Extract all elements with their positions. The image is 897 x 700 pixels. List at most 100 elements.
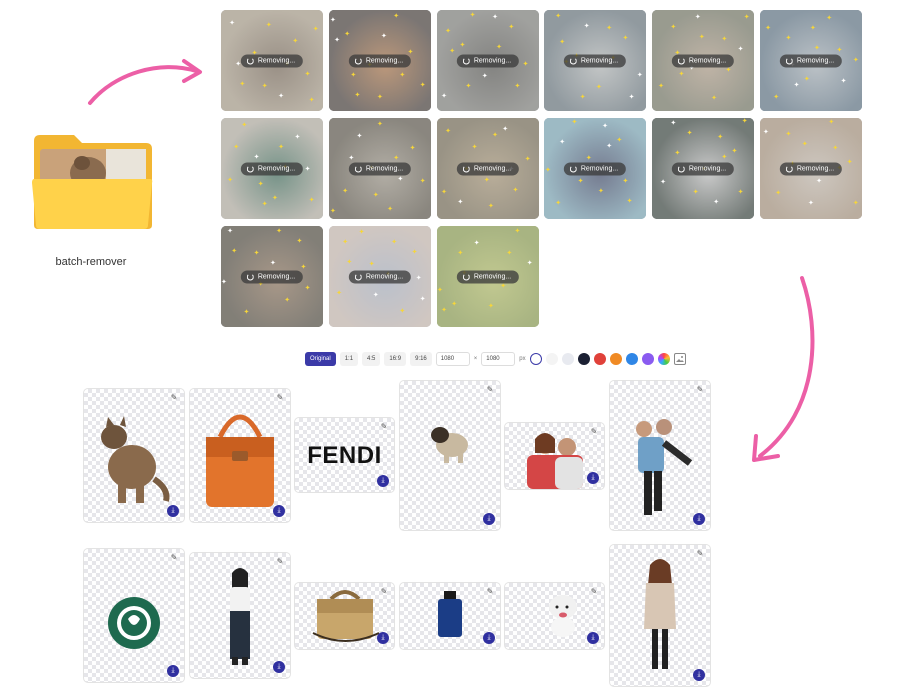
sparkle-icon: ✦ [606,25,613,33]
download-icon[interactable]: ⤓ [693,669,705,681]
download-icon[interactable]: ⤓ [377,475,389,487]
sparkle-icon: ✦ [660,178,667,186]
fendi-logo-text: FENDI [307,442,382,469]
result-card-fendi[interactable]: FENDI ✎ ⤓ [294,417,395,493]
result-card-puppy[interactable]: ✎ ⤓ [504,582,605,650]
edit-icon[interactable]: ✎ [379,587,389,597]
edit-icon[interactable]: ✎ [589,587,599,597]
removing-status: Removing... [456,162,520,175]
ratio-4-5-button[interactable]: 4:5 [362,352,381,366]
result-card-perfume[interactable]: ✎ ⤓ [399,582,501,650]
download-icon[interactable]: ⤓ [483,513,495,525]
sparkle-icon: ✦ [465,82,472,90]
swatch-light[interactable] [561,353,574,365]
download-icon[interactable]: ⤓ [483,632,495,644]
edit-icon[interactable]: ✎ [275,557,285,567]
edit-icon[interactable]: ✎ [695,385,705,395]
result-card-girl[interactable]: ✎ ⤓ [609,544,711,687]
result-card-hug[interactable]: ✎ ⤓ [609,380,711,531]
spinner-icon [246,165,254,172]
sparkle-icon: ✦ [836,47,843,55]
sparkle-icon: ✦ [694,14,701,22]
ratio-1-1-button[interactable]: 1:1 [339,352,359,366]
edit-icon[interactable]: ✎ [169,393,179,403]
sparkle-icon: ✦ [346,259,353,267]
sparkle-icon: ✦ [387,205,393,213]
edit-icon[interactable]: ✎ [485,385,495,395]
sparkle-icon: ✦ [622,177,629,185]
ratio-9-16-button[interactable]: 9:16 [410,352,432,366]
result-card-bag[interactable]: ✎ ⤓ [189,388,291,523]
removing-label: Removing... [365,57,404,64]
sparkle-icon: ✦ [284,296,291,304]
sparkle-icon: ✦ [342,239,349,247]
edit-icon[interactable]: ✎ [695,549,705,559]
sparkle-icon: ✦ [372,291,379,299]
cutout-image [610,381,710,530]
sparkle-icon: ✦ [419,295,426,303]
swatch-blue[interactable] [625,353,638,365]
sparkle-icon: ✦ [457,250,464,258]
swatch-white[interactable] [545,353,558,365]
swatch-custom-color[interactable] [657,353,670,365]
download-icon[interactable]: ⤓ [273,505,285,517]
height-input[interactable]: 1080 [481,352,516,366]
swatch-navy[interactable] [577,353,590,365]
download-icon[interactable]: ⤓ [693,513,705,525]
removing-label: Removing... [796,57,835,64]
folder-icon[interactable] [30,133,154,231]
sparkle-icon: ✦ [261,200,268,208]
edit-icon[interactable]: ✎ [485,587,495,597]
processing-tile: ✦✦✦✦✦✦✦✦✦✦✦✦Removing... [652,118,754,219]
sparkle-icon: ✦ [602,123,608,131]
arrow-to-results [752,276,815,462]
sparkle-icon: ✦ [419,177,426,185]
sparkle-icon: ✦ [502,126,509,134]
ratio-original-button[interactable]: Original [305,352,336,366]
sparkle-icon: ✦ [312,26,319,34]
sparkle-icon: ✦ [711,94,718,102]
download-icon[interactable]: ⤓ [377,632,389,644]
ratio-16-9-button[interactable]: 16:9 [384,352,407,366]
removing-status: Removing... [563,162,627,175]
processing-tile: ✦✦✦✦✦✦✦✦✦✦✦✦Removing... [221,10,323,111]
result-card-cat[interactable]: ✎ ⤓ [83,388,185,523]
spinner-icon [354,273,362,280]
removing-label: Removing... [473,273,512,280]
width-input[interactable]: 1080 [435,352,470,366]
swatch-purple[interactable] [641,353,654,365]
result-card-woman[interactable]: ✎ ⤓ [189,552,291,679]
sparkle-icon: ✦ [622,35,629,43]
swatch-red[interactable] [593,353,606,365]
sparkle-icon: ✦ [616,137,623,145]
result-card-couple[interactable]: ✎ ⤓ [504,422,605,490]
background-image-icon[interactable] [673,353,686,365]
sparkle-icon: ✦ [358,229,365,237]
processing-tile: ✦✦✦✦✦✦✦✦✦✦✦✦Removing... [652,10,754,111]
result-card-satchel[interactable]: ✎ ⤓ [294,582,395,650]
edit-icon[interactable]: ✎ [169,553,179,563]
result-card-dog[interactable]: ✎ ⤓ [399,380,501,531]
edit-icon[interactable]: ✎ [275,393,285,403]
download-icon[interactable]: ⤓ [273,661,285,673]
sparkle-icon: ✦ [506,250,513,258]
sparkle-icon: ✦ [304,166,311,174]
removing-status: Removing... [456,270,520,283]
download-icon[interactable]: ⤓ [587,472,599,484]
result-card-starbucks[interactable]: ✎ ⤓ [83,548,185,683]
sparkle-icon: ✦ [372,191,379,199]
swatch-orange[interactable] [609,353,622,365]
download-icon[interactable]: ⤓ [587,632,599,644]
spinner-icon [785,57,793,64]
edit-icon[interactable]: ✎ [379,422,389,432]
edit-icon[interactable]: ✎ [589,427,599,437]
sparkle-icon: ✦ [342,187,349,195]
swatch-transparent[interactable] [529,353,542,365]
sparkle-icon: ✦ [721,154,728,162]
spinner-icon [677,57,685,64]
sparkle-icon: ✦ [559,139,566,147]
download-icon[interactable]: ⤓ [167,505,179,517]
sparkle-icon: ✦ [265,22,272,30]
processing-tile: ✦✦✦✦✦✦✦✦✦✦✦✦Removing... [437,118,539,219]
download-icon[interactable]: ⤓ [167,665,179,677]
